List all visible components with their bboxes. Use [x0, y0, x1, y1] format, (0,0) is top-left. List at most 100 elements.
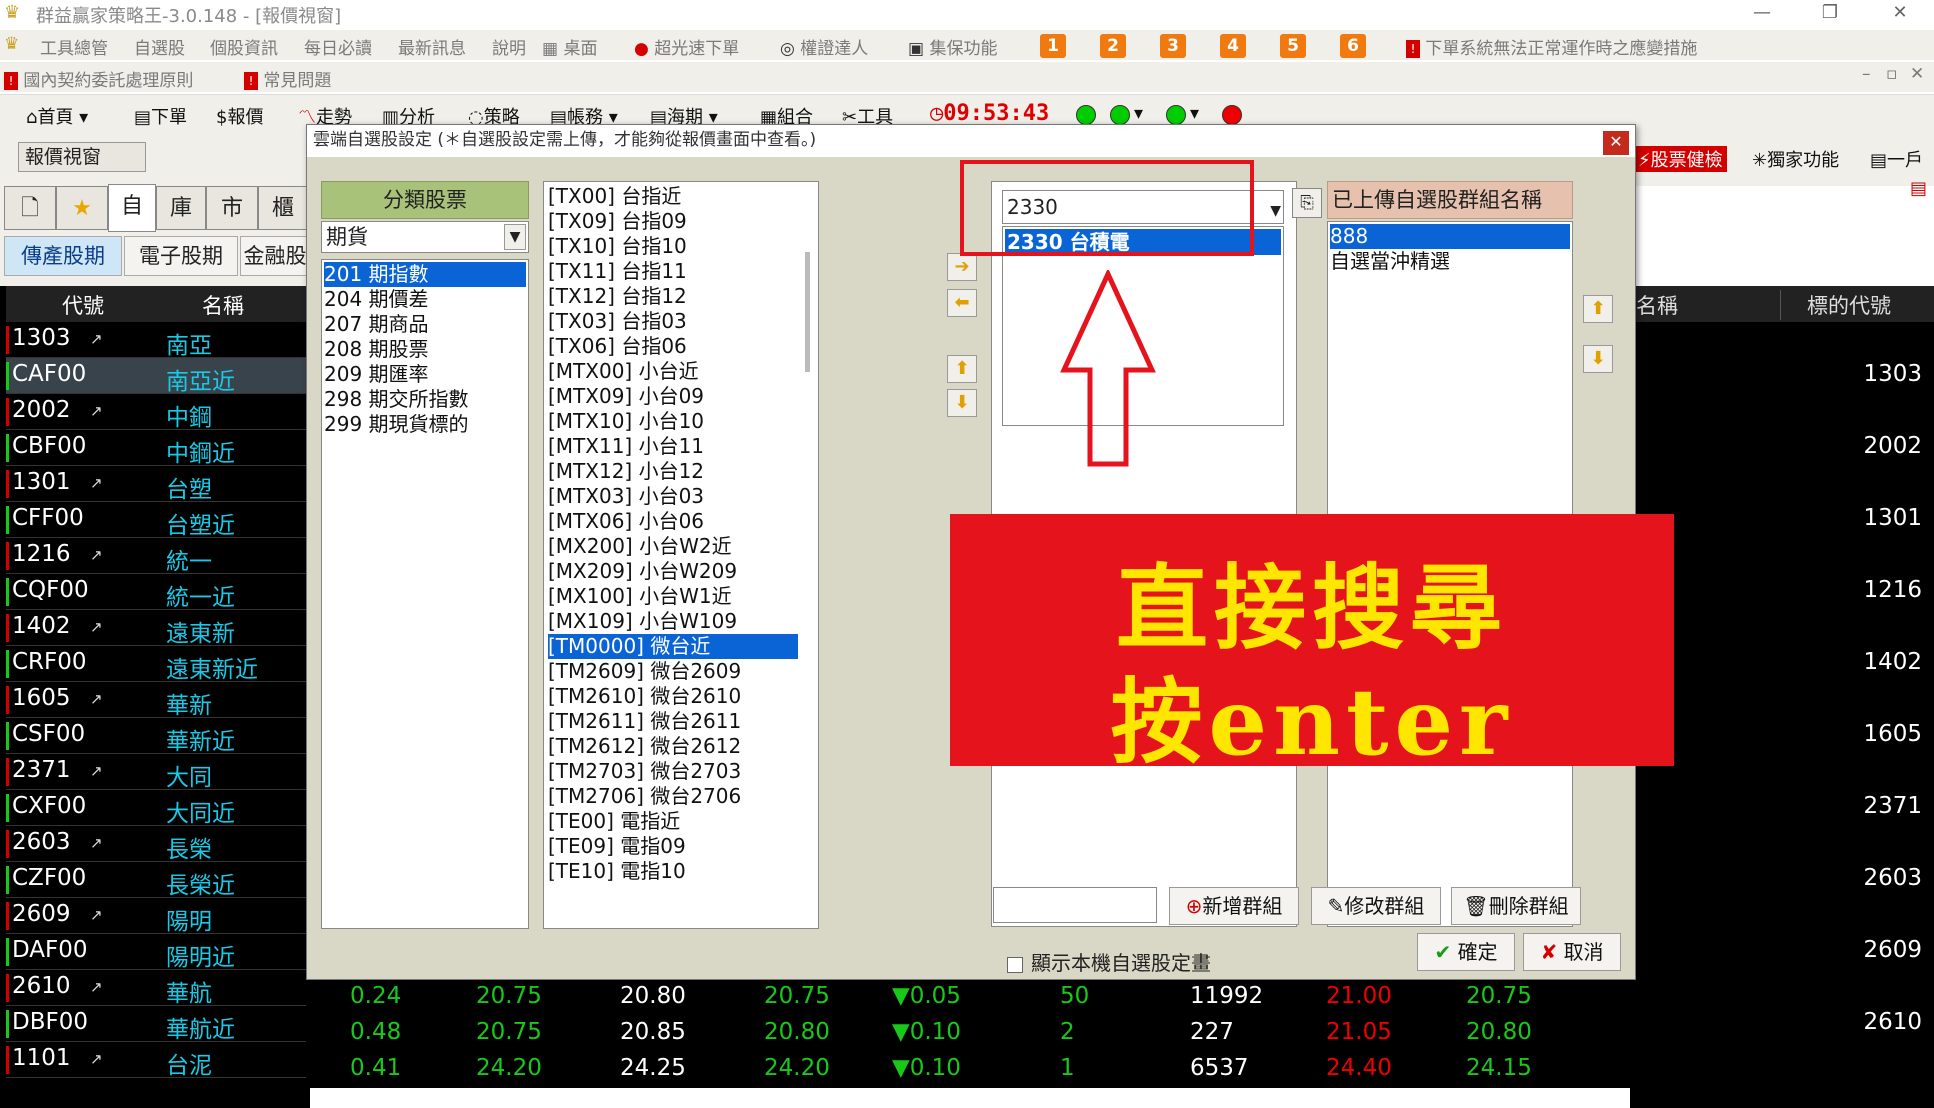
table-row[interactable]: 0.24 20.75 20.80 20.75 ▼0.05 50 11992 21.00 20.7…: [310, 980, 1630, 1016]
delete-group-button[interactable]: 🗑刪除群組: [1451, 887, 1581, 925]
status-dropdown-2[interactable]: ▾: [1190, 103, 1199, 124]
product-item[interactable]: [TX10] 台指10: [548, 234, 798, 259]
product-item[interactable]: [TX06] 台指06: [548, 334, 798, 359]
product-item[interactable]: [MX209] 小台W209: [548, 559, 798, 584]
product-item[interactable]: [TM2609] 微台2609: [548, 659, 798, 684]
copy-icon[interactable]: ⎘: [1292, 188, 1322, 218]
table-row[interactable]: CZF00 長榮近: [6, 862, 306, 899]
toolbar-order[interactable]: ▤下單: [134, 103, 187, 129]
group-up-arrow-icon[interactable]: ⬆: [1583, 295, 1613, 323]
product-item[interactable]: [MTX11] 小台11: [548, 434, 798, 459]
product-item[interactable]: [TE00] 電指近: [548, 809, 798, 834]
table-row[interactable]: 2609 ↗ 陽明: [6, 898, 306, 935]
table-row[interactable]: CXF00 大同近: [6, 790, 306, 827]
category-item[interactable]: 207 期商品: [324, 312, 526, 337]
product-item[interactable]: [TM2703] 微台2703: [548, 759, 798, 784]
table-row[interactable]: 2610 ↗ 華航: [6, 970, 306, 1007]
product-item[interactable]: [TX09] 台指09: [548, 209, 798, 234]
menu-watchlist[interactable]: 自選股: [134, 34, 185, 59]
menu-fast-order[interactable]: ● 超光速下單: [634, 34, 739, 59]
move-down-arrow-icon[interactable]: ⬇: [947, 389, 977, 417]
group-item[interactable]: 自選當沖精選: [1330, 249, 1570, 274]
table-row[interactable]: 1101 ↗ 台泥: [6, 1042, 306, 1079]
mdi-restore-button[interactable]: ▫: [1886, 64, 1898, 84]
category-item[interactable]: 209 期匯率: [324, 362, 526, 387]
category-item[interactable]: 299 期現貨標的: [324, 412, 526, 437]
layout-3-button[interactable]: 3: [1160, 34, 1186, 58]
move-up-arrow-icon[interactable]: ⬆: [947, 355, 977, 383]
table-row[interactable]: CQF00 統一近: [6, 574, 306, 611]
minimize-button[interactable]: —: [1740, 0, 1784, 28]
layout-6-button[interactable]: 6: [1340, 34, 1366, 58]
show-local-checkbox[interactable]: 顯示本機自選股定畫: [1007, 947, 1211, 976]
edit-group-button[interactable]: ✎修改群組: [1311, 887, 1441, 925]
close-window-button[interactable]: ✕: [1878, 0, 1922, 28]
product-item[interactable]: [TM2706] 微台2706: [548, 784, 798, 809]
category-select[interactable]: 期貨 ▼: [321, 221, 529, 253]
tab-electronics-futures[interactable]: 電子股期: [124, 236, 238, 276]
table-row[interactable]: CBF00 中鋼近: [6, 430, 306, 467]
product-item[interactable]: [MX109] 小台W109: [548, 609, 798, 634]
product-item[interactable]: [MTX00] 小台近: [548, 359, 798, 384]
ok-button[interactable]: ✔ 確定: [1417, 933, 1515, 971]
stock-checkup-button[interactable]: ⚡股票健檢: [1634, 146, 1727, 172]
menu-emergency[interactable]: ! 下單系統無法正常運作時之應變措施: [1406, 34, 1697, 59]
category-item[interactable]: 204 期價差: [324, 287, 526, 312]
status-dropdown-1[interactable]: ▾: [1134, 103, 1143, 124]
menu-desktop[interactable]: ▦ 桌面: [542, 34, 597, 59]
chevron-down-icon[interactable]: ▼: [1270, 195, 1281, 227]
menu-custody[interactable]: ▣ 集保功能: [908, 34, 997, 59]
product-item[interactable]: [TE09] 電指09: [548, 834, 798, 859]
table-row[interactable]: CSF00 華新近: [6, 718, 306, 755]
category-item[interactable]: 201 期指數: [324, 262, 526, 287]
table-row[interactable]: CFF00 台塑近: [6, 502, 306, 539]
file-icon[interactable]: 🗋: [4, 186, 56, 230]
group-name-input[interactable]: [993, 887, 1157, 923]
checkbox[interactable]: [1007, 956, 1023, 973]
menu-daily[interactable]: 每日必讀: [304, 34, 372, 59]
product-item[interactable]: [TM2611] 微台2611: [548, 709, 798, 734]
mdi-minimize-button[interactable]: –: [1862, 64, 1871, 84]
product-item[interactable]: [MTX09] 小台09: [548, 384, 798, 409]
star-icon[interactable]: ★: [56, 186, 108, 230]
product-item[interactable]: [TX00] 台指近: [548, 184, 798, 209]
add-group-button[interactable]: ⊕新增群組: [1169, 887, 1299, 925]
product-item[interactable]: [TM0000] 微台近: [548, 634, 798, 659]
tab-quote-window[interactable]: 報價視窗: [18, 142, 146, 172]
table-row[interactable]: 0.48 20.75 20.85 20.80 ▼0.10 2 227 21.05 20.80: [310, 1016, 1630, 1052]
table-row[interactable]: DBF00 華航近: [6, 1006, 306, 1043]
table-row[interactable]: 0.41 24.20 24.25 24.20 ▼0.10 1 6537 24.40 24.15: [310, 1052, 1630, 1088]
product-item[interactable]: [MTX03] 小台03: [548, 484, 798, 509]
tab-traditional-futures[interactable]: 傳產股期: [4, 236, 122, 276]
table-row[interactable]: DAF00 陽明近: [6, 934, 306, 971]
product-scrollbar[interactable]: [805, 252, 810, 372]
account-button[interactable]: ▤一戶: [1870, 146, 1923, 172]
exclusive-features-button[interactable]: ✳獨家功能: [1752, 146, 1839, 172]
menu-help[interactable]: 說明: [492, 34, 526, 59]
layout-4-button[interactable]: 4: [1220, 34, 1246, 58]
product-item[interactable]: [TX11] 台指11: [548, 259, 798, 284]
tab-listed[interactable]: 市: [206, 186, 258, 230]
toolbar-quote[interactable]: $報價: [216, 103, 263, 129]
layout-5-button[interactable]: 5: [1280, 34, 1306, 58]
product-item[interactable]: [TM2612] 微台2612: [548, 734, 798, 759]
table-row[interactable]: 1402 ↗ 遠東新: [6, 610, 306, 647]
category-item[interactable]: 298 期交所指數: [324, 387, 526, 412]
product-item[interactable]: [TX12] 台指12: [548, 284, 798, 309]
layout-2-button[interactable]: 2: [1100, 34, 1126, 58]
remove-left-arrow-icon[interactable]: ⬅: [947, 289, 977, 317]
toolbar-home[interactable]: ⌂首頁 ▾: [26, 103, 88, 129]
table-row[interactable]: CRF00 遠東新近: [6, 646, 306, 683]
cancel-button[interactable]: ✘ 取消: [1523, 933, 1621, 971]
product-item[interactable]: [MX200] 小台W2近: [548, 534, 798, 559]
dialog-close-button[interactable]: ✕: [1603, 131, 1629, 155]
chevron-down-icon[interactable]: ▼: [504, 224, 526, 250]
category-item[interactable]: 208 期股票: [324, 337, 526, 362]
tab-finance-futures[interactable]: 金融股: [240, 236, 310, 276]
mdi-close-button[interactable]: ✕: [1910, 64, 1924, 84]
product-item[interactable]: [TX03] 台指03: [548, 309, 798, 334]
table-row[interactable]: 2002 ↗ 中鋼: [6, 394, 306, 431]
group-down-arrow-icon[interactable]: ⬇: [1583, 345, 1613, 373]
menu-tools[interactable]: 工具總管: [40, 34, 108, 59]
menu-contract-rules[interactable]: ! 國內契約委託處理原則: [4, 66, 193, 91]
